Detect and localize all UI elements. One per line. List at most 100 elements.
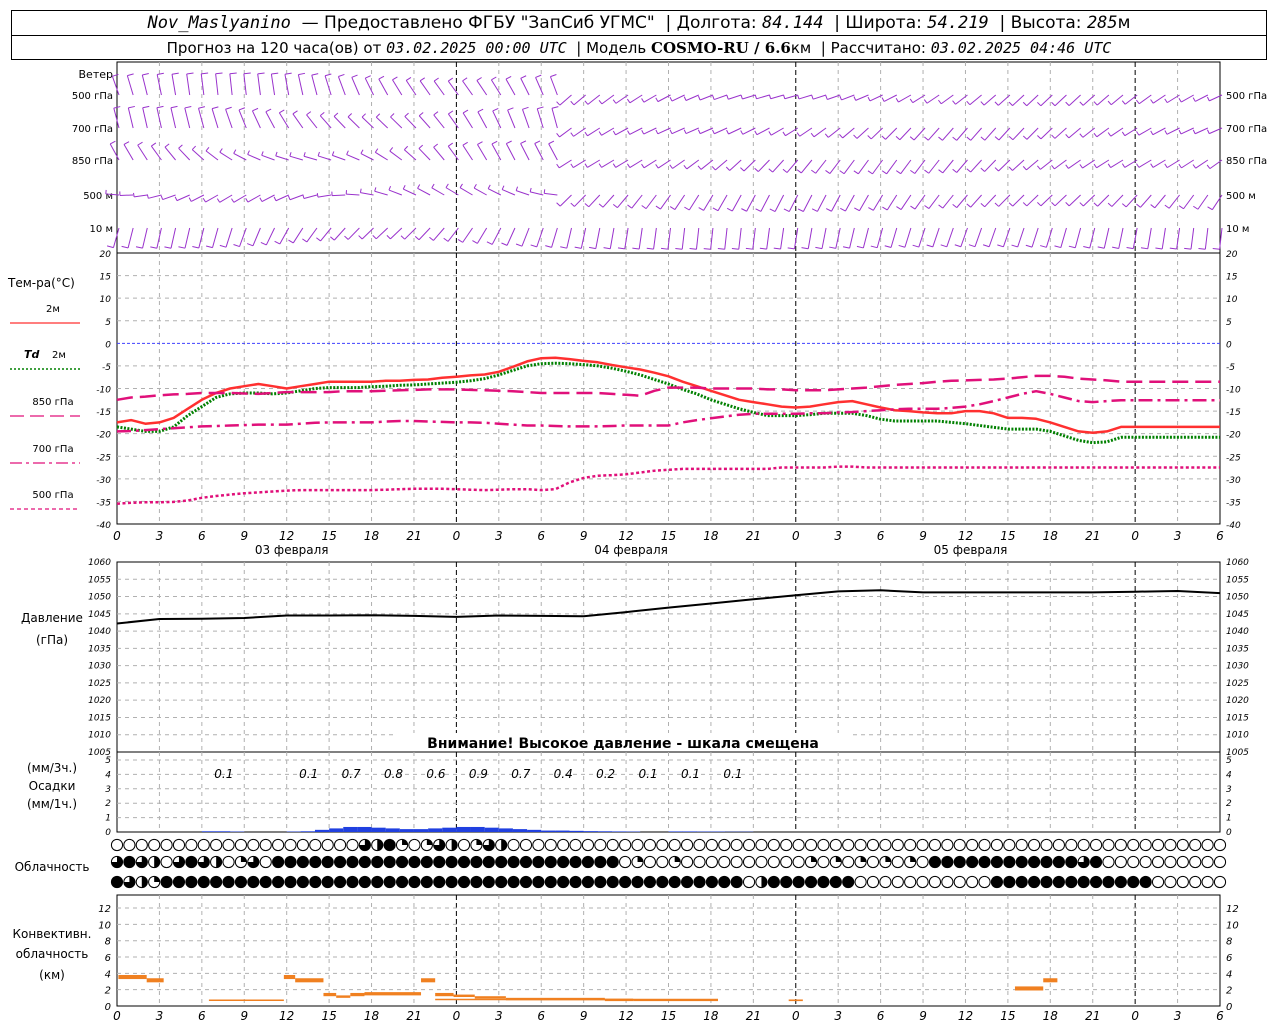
pressure-tick-left: 1010 [88, 731, 111, 741]
wind-barb-staff [200, 73, 205, 96]
wind-barb-feather [1178, 97, 1182, 103]
wind-barb-feather [174, 196, 178, 201]
wind-barb-feather [386, 235, 391, 240]
wind-barb-staff [858, 194, 869, 211]
cloud-symbol [1089, 838, 1103, 852]
wind-barb-feather [405, 77, 412, 81]
wind-barb-feather [501, 242, 508, 246]
conv-tick-left: 4 [105, 969, 111, 980]
precip-3h-label: 0.8 [384, 767, 403, 781]
wind-barb-feather [940, 244, 947, 248]
temp-tick-right: 0 [1226, 340, 1232, 350]
wind-barb-feather [824, 133, 829, 138]
hour-tick-label-bottom: 9 [580, 1009, 588, 1023]
conv-tick-right: 2 [1226, 986, 1232, 997]
cloud-symbol [643, 838, 657, 852]
cloud-symbol-fill [860, 856, 867, 862]
wind-barb-staff [1068, 127, 1081, 139]
cloud-symbol [1127, 838, 1140, 852]
wind-barb-feather [1011, 244, 1018, 248]
cloud-symbol [457, 855, 471, 869]
wind-barb-feather [548, 140, 555, 145]
wind-barb-staff [1138, 127, 1152, 136]
wind-barb-staff [756, 94, 770, 100]
wind-barb-feather [926, 244, 933, 248]
cloud-symbol [594, 855, 607, 869]
pressure-tick-left: 1050 [88, 593, 111, 603]
cloud-symbol [1201, 838, 1214, 852]
wind-barb-staff [766, 227, 770, 250]
wind-barb-feather [537, 106, 544, 110]
precip-bar [527, 829, 542, 832]
wind-barb-feather [246, 243, 254, 247]
pressure-tick-left: 1060 [88, 558, 111, 568]
wind-barb-feather [1198, 247, 1206, 250]
temp-tick-right: 10 [1226, 295, 1238, 305]
wind-barb-staff [900, 159, 912, 175]
cloud-symbol [1139, 875, 1152, 889]
hour-tick-label: 0 [1131, 529, 1139, 543]
hour-tick-label: 6 [198, 529, 206, 543]
precip-bar [498, 828, 513, 832]
wind-barb-feather [515, 186, 519, 191]
hour-tick-label-bottom: 21 [1085, 1009, 1100, 1023]
hour-tick-label: 0 [113, 529, 121, 543]
cloud-symbol-fill [154, 876, 160, 882]
wind-barb-staff [419, 80, 431, 96]
wind-barb-feather [1065, 202, 1070, 207]
cloud-symbol [296, 875, 309, 889]
wind-barb-staff [984, 159, 997, 172]
wind-barb-feather [669, 129, 673, 134]
wind-barb-feather [646, 247, 654, 250]
wind-barb-feather [938, 99, 942, 105]
cloud-symbol [507, 855, 520, 869]
wind-barb-staff [113, 108, 120, 129]
wind-barb-feather [1051, 201, 1056, 207]
cloud-symbol-fill [141, 876, 148, 888]
precip-3h-label: 0.4 [554, 767, 573, 781]
wind-barb-feather [317, 151, 320, 157]
wind-barb-feather [414, 236, 420, 241]
cloud-symbol [234, 875, 248, 889]
temp-tick-left: 20 [100, 250, 112, 260]
wind-barb-feather [170, 105, 178, 109]
cloud-symbol [606, 855, 619, 869]
wind-barb-feather [271, 72, 279, 75]
hour-tick-label-bottom: 12 [279, 1009, 294, 1023]
wind-barb-staff [657, 94, 671, 103]
hour-tick-label: 12 [618, 529, 633, 543]
wind-barb-feather [151, 142, 157, 147]
pressure-tick-left: 1040 [88, 627, 111, 637]
cloud-symbol [705, 838, 718, 852]
wind-barb-feather [164, 246, 172, 249]
wind-barb-staff [843, 159, 855, 175]
wind-barb-feather [260, 242, 267, 246]
wind-barb-staff [332, 154, 346, 161]
wind-barb-staff [699, 127, 714, 135]
wind-barb-feather [374, 187, 377, 192]
wind-barb-feather [924, 169, 930, 174]
wind-barb-staff [657, 127, 671, 135]
wind-barb-feather [275, 151, 278, 157]
wind-barb-feather [741, 208, 747, 212]
wind-barb-staff [186, 73, 191, 96]
wind-barb-staff [807, 227, 813, 249]
precip-bar [456, 826, 471, 832]
cloud-symbol [842, 855, 855, 869]
wind-barb-feather [570, 100, 575, 106]
wind-barb-staff [695, 227, 700, 250]
cloud-symbol [990, 838, 1004, 852]
cloud-symbol [1176, 838, 1189, 852]
wind-barb-feather [617, 247, 625, 250]
wind-barb-staff [601, 94, 615, 105]
conv-tick-right: 10 [1226, 920, 1239, 931]
hour-tick-label-bottom: 9 [919, 1009, 927, 1023]
precip-3h-label: 0.1 [299, 767, 318, 781]
wind-barb-staff [1054, 159, 1067, 170]
wind-barb-staff [788, 194, 799, 212]
cloud-symbol [123, 855, 136, 869]
wind-barb-staff [507, 109, 516, 129]
hour-tick-label-bottom: 3 [834, 1009, 842, 1023]
wind-barb-feather [344, 235, 349, 240]
cloud-symbol [842, 875, 855, 889]
